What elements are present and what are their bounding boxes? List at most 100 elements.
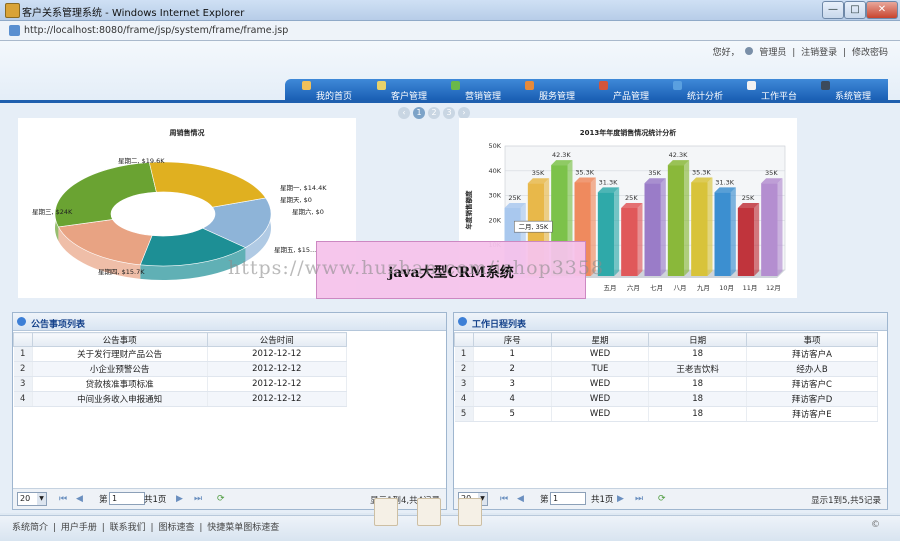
greeting-text: 您好， xyxy=(712,48,740,58)
quick-tile-edit-icon[interactable] xyxy=(458,498,482,526)
schedule-item: 拜访客户E xyxy=(746,406,879,422)
maximize-button[interactable]: □ xyxy=(844,1,866,19)
slide-dot-2[interactable]: 2 xyxy=(428,107,440,119)
row-number: 4 xyxy=(454,391,474,407)
schedule-date: 18 xyxy=(648,391,747,407)
first-page-icon[interactable]: ⏮ xyxy=(59,494,69,504)
table-row[interactable]: 5 5 WED 18 拜访客户E xyxy=(454,406,879,422)
bar[interactable] xyxy=(644,183,661,276)
bar-value-label: 25K xyxy=(508,194,521,202)
change-password-link[interactable]: 修改密码 xyxy=(852,48,888,58)
nav-marketing[interactable]: 营销管理 xyxy=(451,81,517,102)
table-row[interactable]: 3 3 WED 18 拜访客户C xyxy=(454,376,879,392)
first-page-icon[interactable]: ⏮ xyxy=(500,494,510,504)
bar[interactable] xyxy=(667,165,685,276)
x-tick-label: 八月 xyxy=(674,284,687,292)
y-tick-label: 40K xyxy=(488,167,501,175)
column-header[interactable]: 日期 xyxy=(648,332,747,347)
nav-service[interactable]: 服务管理 xyxy=(525,81,591,102)
table-row[interactable]: 3 贷款核准事项标准 2012-12-12 xyxy=(13,376,348,392)
window-titlebar: 客户关系管理系统 - Windows Internet Explorer — □… xyxy=(0,0,900,21)
page-total: 共1页 xyxy=(591,495,614,505)
table-row[interactable]: 4 4 WED 18 拜访客户D xyxy=(454,391,879,407)
nav-customer[interactable]: 客户管理 xyxy=(377,81,443,102)
bar-side xyxy=(754,203,760,276)
footer-links: 系统简介 | 用户手册 | 联系我们 | 图标速查 | 快捷菜单图标速查 xyxy=(12,520,281,533)
next-page-icon[interactable]: ▶ xyxy=(617,494,627,504)
minimize-button[interactable]: — xyxy=(822,1,844,19)
nav-statistics[interactable]: 统计分析 xyxy=(673,81,739,102)
refresh-icon[interactable]: ⟳ xyxy=(217,494,227,504)
table-row[interactable]: 2 2 TUE 王老吉饮料 经办人B xyxy=(454,361,879,377)
table-row[interactable]: 2 小企业预警公告 2012-12-12 xyxy=(13,361,348,377)
prev-page-icon[interactable]: ◀ xyxy=(517,494,527,504)
donut-slice[interactable] xyxy=(57,219,153,266)
schedule-panel-header: 工作日程列表 xyxy=(454,313,887,331)
slide-prev[interactable]: ‹ xyxy=(398,107,410,119)
bar[interactable] xyxy=(761,183,778,276)
slide-dot-1[interactable]: 1 xyxy=(413,107,425,119)
bar[interactable] xyxy=(737,208,755,276)
workbench-icon xyxy=(747,81,756,90)
close-button[interactable]: ✕ xyxy=(866,1,898,19)
x-tick-label: 10月 xyxy=(719,284,734,292)
footer-link-manual[interactable]: 用户手册 xyxy=(61,523,97,533)
prev-page-icon[interactable]: ◀ xyxy=(76,494,86,504)
row-number: 5 xyxy=(454,406,474,422)
column-header[interactable]: 事项 xyxy=(745,332,879,347)
user-name[interactable]: 管理员 xyxy=(759,48,786,58)
table-row[interactable]: 1 1 WED 18 拜访客户A xyxy=(454,346,879,362)
address-bar[interactable]: http://localhost:8080/frame/jsp/system/f… xyxy=(0,21,900,41)
donut-title: 周销售情况 xyxy=(170,128,205,137)
quick-tile-document-icon[interactable] xyxy=(374,498,398,526)
quick-tile-note-icon[interactable] xyxy=(417,498,441,526)
column-header[interactable]: 公告时间 xyxy=(206,332,348,347)
donut-slice[interactable] xyxy=(54,162,157,228)
bar[interactable] xyxy=(621,208,638,276)
next-page-icon[interactable]: ▶ xyxy=(176,494,186,504)
nav-system[interactable]: 系统管理 xyxy=(821,81,887,102)
last-page-icon[interactable]: ⏭ xyxy=(194,494,204,504)
refresh-icon[interactable]: ⟳ xyxy=(658,494,668,504)
donut-slice-label: 星期四, $15.7K xyxy=(98,268,145,276)
schedule-item: 拜访客户D xyxy=(746,391,879,407)
footer-link-icons[interactable]: 图标速查 xyxy=(158,523,194,533)
page-size-select[interactable]: 20▼ xyxy=(17,492,47,506)
nav-workbench[interactable]: 工作平台 xyxy=(747,81,813,102)
footer: 系统简介 | 用户手册 | 联系我们 | 图标速查 | 快捷菜单图标速查 © xyxy=(0,515,900,541)
logout-link[interactable]: 注销登录 xyxy=(801,48,837,58)
bar[interactable] xyxy=(691,182,708,276)
y-tick-label: 30K xyxy=(488,192,501,200)
schedule-date: 王老吉饮料 xyxy=(648,361,747,377)
nav-product[interactable]: 产品管理 xyxy=(599,81,665,102)
table-row[interactable]: 4 中间业务收入申报通知 2012-12-12 xyxy=(13,391,348,407)
bar-value-label: 35.3K xyxy=(575,168,594,176)
page-number-input[interactable]: 1 xyxy=(109,492,145,505)
service-icon xyxy=(525,81,534,90)
schedule-week: TUE xyxy=(551,361,650,377)
schedule-date: 18 xyxy=(648,406,747,422)
x-tick-label: 九月 xyxy=(697,283,710,292)
page-number-input[interactable]: 1 xyxy=(550,492,586,505)
address-url[interactable]: http://localhost:8080/frame/jsp/system/f… xyxy=(24,25,288,36)
column-header[interactable]: 星期 xyxy=(550,332,650,347)
footer-link-contact[interactable]: 联系我们 xyxy=(110,523,146,533)
notice-panel-title: 公告事项列表 xyxy=(31,320,86,330)
slide-dot-3[interactable]: 3 xyxy=(443,107,455,119)
column-header[interactable]: 公告事项 xyxy=(31,332,208,347)
nav-home[interactable]: 我的首页 xyxy=(302,81,368,102)
schedule-seq: 4 xyxy=(473,391,552,407)
x-tick-label: 12月 xyxy=(766,284,781,292)
last-page-icon[interactable]: ⏭ xyxy=(635,494,645,504)
bar-side xyxy=(707,177,713,276)
bar[interactable] xyxy=(714,192,731,276)
table-row[interactable]: 1 关于发行理财产品公告 2012-12-12 xyxy=(13,346,348,362)
notice-date: 2012-12-12 xyxy=(207,376,348,392)
separator: | xyxy=(101,523,105,533)
chevron-down-icon: ▼ xyxy=(37,493,46,505)
donut-slice[interactable] xyxy=(148,161,267,208)
separator: | xyxy=(52,523,56,533)
footer-link-shortcut-icons[interactable]: 快捷菜单图标速查 xyxy=(207,523,279,533)
footer-link-about[interactable]: 系统简介 xyxy=(12,523,48,533)
column-header[interactable]: 序号 xyxy=(472,332,552,347)
